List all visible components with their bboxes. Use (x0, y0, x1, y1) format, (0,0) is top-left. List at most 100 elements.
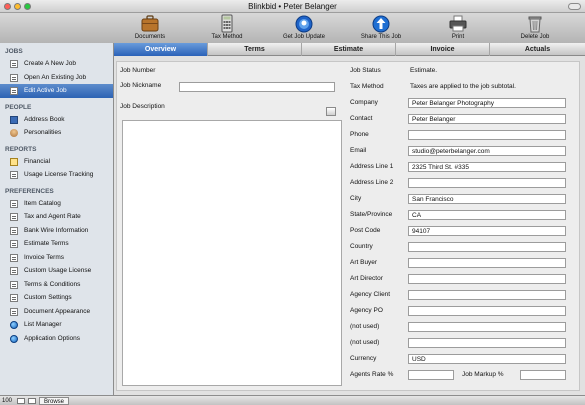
sidebar-item-create-new-job[interactable]: Create A New Job (0, 57, 113, 71)
share-this-job-button[interactable]: Share This Job (346, 14, 416, 43)
contact-field[interactable]: Peter Belanger (408, 114, 566, 124)
job-markup-field[interactable] (520, 370, 566, 380)
sidebar-item-label: Create A New Job (24, 60, 77, 67)
state-province-field[interactable]: CA (408, 210, 566, 220)
sidebar-item-label: Terms & Conditions (24, 280, 81, 288)
agency-client-field[interactable] (408, 290, 566, 300)
new-document-icon (10, 60, 18, 68)
country-field[interactable] (408, 242, 566, 252)
sidebar-item-custom-settings[interactable]: Custom Settings (0, 291, 113, 305)
sidebar-item-financial[interactable]: Financial (0, 155, 113, 169)
email-field[interactable]: studio@peterbelanger.com (408, 146, 566, 156)
not-used-1-label: (not used) (350, 323, 380, 330)
sidebar-item-label: Custom Settings (24, 294, 72, 301)
mode-selector[interactable]: Browse (39, 397, 70, 405)
minimize-window-button[interactable] (14, 3, 21, 10)
sidebar-item-usage-license-tracking[interactable]: Usage License Tracking (0, 168, 113, 182)
city-label: City (350, 195, 362, 202)
sidebar-item-label: Item Catalog (24, 199, 61, 207)
zoom-level[interactable]: 100 (2, 396, 12, 405)
company-label: Company (350, 99, 378, 106)
financial-icon (10, 157, 18, 166)
currency-field[interactable]: USD (408, 354, 566, 364)
sidebar-item-label: Usage License Tracking (24, 171, 94, 178)
documents-button[interactable]: Documents (115, 14, 185, 43)
tax-method-button[interactable]: Tax Method (192, 14, 262, 43)
preference-document-icon (10, 294, 18, 302)
not-used-2-field[interactable] (408, 338, 566, 348)
address-line-1-field[interactable]: 2325 Third St. #335 (408, 162, 566, 172)
sidebar-item-item-catalog[interactable]: Item Catalog (0, 197, 113, 211)
not-used-1-field[interactable] (408, 322, 566, 332)
sidebar-item-document-appearance[interactable]: Document Appearance (0, 305, 113, 319)
contact-label: Contact (350, 115, 373, 122)
sidebar-item-edit-active-job[interactable]: Edit Active Job (0, 84, 113, 98)
tab-invoice[interactable]: Invoice (396, 43, 490, 56)
open-document-icon (10, 73, 18, 82)
sidebar-item-label: Address Book (24, 115, 65, 123)
sidebar-item-list-manager[interactable]: List Manager (0, 318, 113, 332)
sidebar-item-label: Invoice Terms (24, 253, 64, 261)
get-job-update-button[interactable]: Get Job Update (269, 14, 339, 43)
address-line-2-label: Address Line 2 (350, 179, 394, 186)
sidebar-item-application-options[interactable]: Application Options (0, 332, 113, 346)
tab-terms[interactable]: Terms (208, 43, 302, 56)
company-field[interactable]: Peter Belanger Photography (408, 98, 566, 108)
share-arrow-icon (372, 15, 390, 33)
print-button[interactable]: Print (423, 14, 493, 43)
sidebar-item-label: Custom Usage License (24, 267, 92, 274)
preference-document-icon (10, 213, 18, 221)
description-menu-button[interactable] (326, 107, 336, 116)
phone-field[interactable] (408, 130, 566, 140)
sidebar-item-terms-conditions[interactable]: Terms & Conditions (0, 278, 113, 292)
overview-content: Job Number Job Nickname Job Description … (114, 56, 585, 395)
job-nickname-field[interactable] (179, 82, 335, 92)
address-line-1-label: Address Line 1 (350, 163, 394, 170)
person-icon (10, 129, 18, 137)
edit-document-icon (10, 87, 18, 95)
not-used-2-label: (not used) (350, 339, 380, 346)
job-description-field[interactable] (122, 120, 342, 386)
sidebar-item-open-existing-job[interactable]: Open An Existing Job (0, 71, 113, 85)
tax-method-value: Taxes are applied to the job subtotal. (410, 83, 516, 90)
sidebar-item-tax-and-agent-rate[interactable]: Tax and Agent Rate (0, 210, 113, 224)
briefcase-icon (141, 15, 159, 32)
zoom-out-button[interactable] (17, 398, 25, 404)
sidebar-item-label: Tax and Agent Rate (24, 213, 81, 220)
post-code-field[interactable]: 94107 (408, 226, 566, 236)
sidebar-item-label: List Manager (24, 321, 62, 328)
delete-job-button[interactable]: Delete Job (500, 14, 570, 43)
toolbar-toggle-button[interactable] (568, 3, 581, 10)
tab-actuals[interactable]: Actuals (490, 43, 585, 56)
zoom-window-button[interactable] (24, 3, 31, 10)
art-buyer-field[interactable] (408, 258, 566, 268)
tab-estimate[interactable]: Estimate (302, 43, 396, 56)
globe-icon (10, 321, 18, 329)
sidebar-item-address-book[interactable]: Address Book (0, 113, 113, 127)
window-title: Blinkbid • Peter Belanger (248, 2, 337, 11)
sidebar-item-label: Bank Wire Information (24, 226, 89, 234)
agents-rate-field[interactable] (408, 370, 454, 380)
tab-overview[interactable]: Overview (114, 43, 208, 56)
art-director-field[interactable] (408, 274, 566, 284)
sidebar-item-invoice-terms[interactable]: Invoice Terms (0, 251, 113, 265)
sidebar-item-custom-usage-license[interactable]: Custom Usage License (0, 264, 113, 278)
delete-job-label: Delete Job (520, 34, 550, 40)
preference-document-icon (10, 199, 18, 208)
sidebar-item-label: Estimate Terms (24, 240, 69, 247)
preferences-section-header: PREFERENCES (5, 187, 54, 195)
close-window-button[interactable] (4, 3, 11, 10)
tax-method-label: Tax Method (350, 83, 384, 90)
zoom-in-button[interactable] (28, 398, 36, 404)
job-status-value: Estimate. (410, 67, 438, 74)
city-field[interactable]: San Francisco (408, 194, 566, 204)
trash-can-icon (528, 16, 542, 33)
sidebar-item-bank-wire-information[interactable]: Bank Wire Information (0, 224, 113, 238)
agency-po-field[interactable] (408, 306, 566, 316)
job-description-label: Job Description (120, 103, 165, 110)
preference-document-icon (10, 267, 18, 275)
address-line-2-field[interactable] (408, 178, 566, 188)
agents-rate-label: Agents Rate % (350, 371, 394, 378)
sidebar-item-estimate-terms[interactable]: Estimate Terms (0, 237, 113, 251)
sidebar-item-personalities[interactable]: Personalities (0, 126, 113, 140)
